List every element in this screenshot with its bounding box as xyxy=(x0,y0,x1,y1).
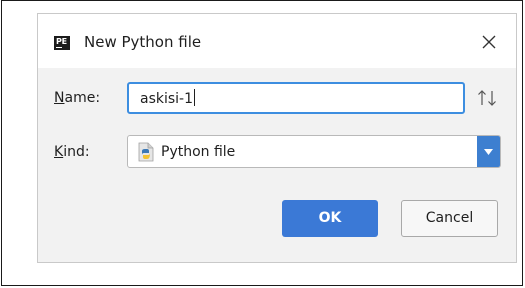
kind-label-rest: ind: xyxy=(63,144,90,160)
sort-arrows-icon xyxy=(478,90,496,106)
name-input-value: askisi-1 xyxy=(140,89,196,107)
sort-arrows-button[interactable] xyxy=(475,88,499,108)
dropdown-arrow-button[interactable] xyxy=(477,136,500,167)
screenshot-frame: PE New Python file Name: askisi-1 Kind: … xyxy=(1,0,523,286)
close-icon xyxy=(482,35,496,49)
kind-label-mnemonic: K xyxy=(54,144,64,160)
python-file-icon xyxy=(138,142,154,162)
dialog-title: New Python file xyxy=(84,33,202,51)
name-label-rest: ame: xyxy=(64,90,101,106)
dialog-title-bar: PE New Python file xyxy=(38,14,516,68)
name-label: Name: xyxy=(54,89,100,107)
kind-dropdown[interactable]: Python file xyxy=(127,135,501,168)
ok-button[interactable]: OK xyxy=(282,200,378,237)
cancel-button[interactable]: Cancel xyxy=(401,200,498,237)
new-python-file-dialog: PE New Python file Name: askisi-1 Kind: … xyxy=(37,13,517,263)
app-icon-text: PE xyxy=(56,37,67,46)
kind-label: Kind: xyxy=(54,143,90,161)
name-input[interactable]: askisi-1 xyxy=(127,82,465,114)
app-icon: PE xyxy=(54,36,70,50)
text-caret xyxy=(194,89,196,106)
chevron-down-icon xyxy=(484,149,493,155)
close-button[interactable] xyxy=(474,28,504,56)
dialog-content: Name: askisi-1 Kind: Python file OK Canc… xyxy=(38,68,516,262)
kind-selected-value: Python file xyxy=(161,144,236,160)
name-label-mnemonic: N xyxy=(54,90,65,106)
